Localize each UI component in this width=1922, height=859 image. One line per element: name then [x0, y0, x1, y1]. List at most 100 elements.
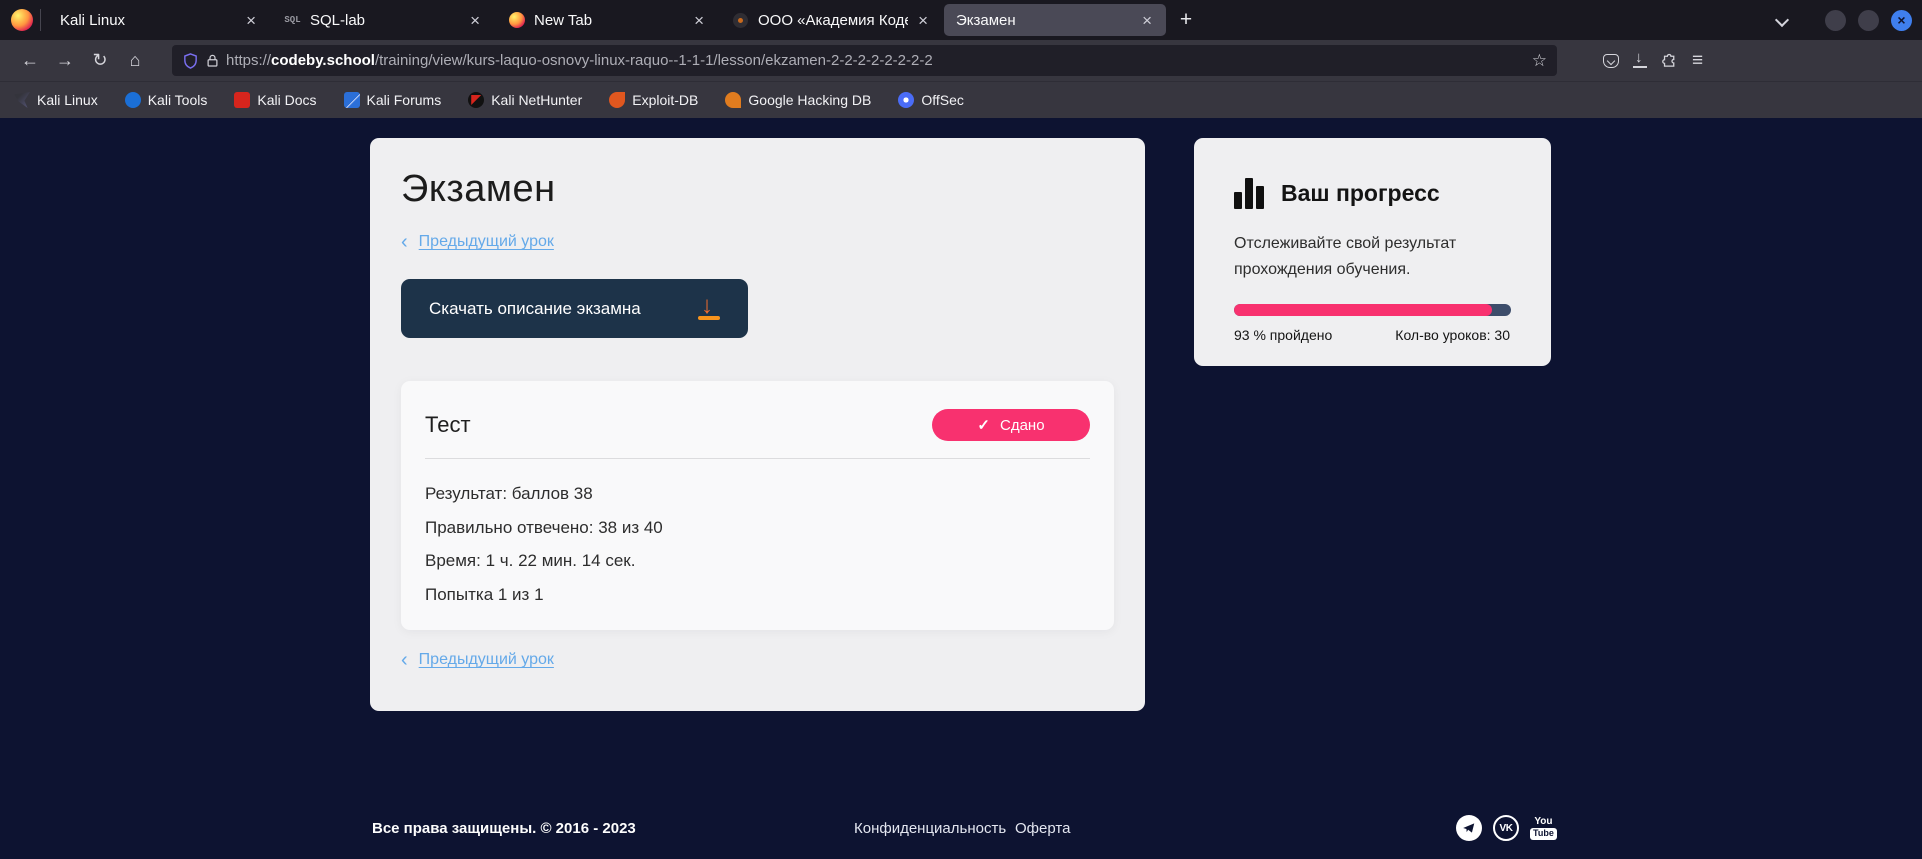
firefox-view-button[interactable] [8, 6, 36, 34]
bookmark-kali-docs[interactable]: Kali Docs [234, 92, 316, 108]
exam-card: Экзамен ‹ Предыдущий урок Скачать описан… [370, 138, 1145, 711]
progress-percent-label: 93 % пройдено [1234, 327, 1332, 343]
menu-hamburger-icon[interactable]: ≡ [1692, 50, 1703, 72]
exploit-db-icon [609, 92, 625, 108]
tab-title: Kali Linux [60, 12, 236, 29]
tab-akademiya-codeby[interactable]: ООО «Академия Кодеба × [720, 4, 942, 36]
codeby-spider-favicon-icon [732, 12, 749, 29]
bookmark-star-icon[interactable]: ☆ [1532, 51, 1547, 71]
downloads-icon[interactable] [1633, 53, 1647, 68]
pocket-icon[interactable] [1603, 54, 1619, 68]
result-time-line: Время: 1 ч. 22 мин. 14 сек. [425, 551, 1090, 571]
result-attempt-line: Попытка 1 из 1 [425, 585, 1090, 605]
bookmark-label: Exploit-DB [632, 92, 698, 108]
toolbar-right-icons: ≡ [1603, 50, 1703, 72]
bar-chart-icon [1234, 178, 1264, 209]
bookmark-label: Google Hacking DB [748, 92, 871, 108]
progress-card: Ваш прогресс Отслеживайте свой результат… [1194, 138, 1551, 366]
window-maximize-button[interactable] [1858, 10, 1879, 31]
progress-bar [1234, 304, 1511, 316]
tab-close-icon[interactable]: × [1138, 10, 1156, 31]
tab-sql-lab[interactable]: SQL SQL-lab × [272, 4, 494, 36]
result-score-line: Результат: баллов 38 [425, 484, 1090, 504]
divider [425, 458, 1090, 459]
tab-close-icon[interactable]: × [242, 10, 260, 31]
tab-title: SQL-lab [310, 12, 460, 29]
window-close-button[interactable]: × [1891, 10, 1912, 31]
offer-link[interactable]: Оферта [1015, 820, 1070, 837]
tab-close-icon[interactable]: × [914, 10, 932, 31]
bookmark-exploit-db[interactable]: Exploit-DB [609, 92, 698, 108]
window-minimize-button[interactable] [1825, 10, 1846, 31]
tabbar-right-controls: × [1777, 10, 1922, 31]
bookmark-label: Kali Forums [367, 92, 442, 108]
chevron-left-icon: ‹ [401, 650, 408, 670]
passed-badge: ✓ Сдано [932, 409, 1090, 441]
lock-icon[interactable] [205, 53, 220, 69]
bookmark-google-hacking-db[interactable]: Google Hacking DB [725, 92, 871, 108]
list-all-tabs-chevron-icon[interactable] [1775, 13, 1789, 27]
page-title: Экзамен [401, 168, 1114, 211]
firefox-icon [11, 9, 33, 31]
kali-dragon-icon [14, 92, 30, 108]
reload-icon[interactable]: ↻ [84, 46, 116, 76]
bookmark-label: Kali Docs [257, 92, 316, 108]
check-icon: ✓ [977, 416, 990, 434]
privacy-link[interactable]: Конфиденциальность [854, 820, 1006, 837]
youtube-icon[interactable]: You Tube [1530, 817, 1557, 840]
bookmark-kali-tools[interactable]: Kali Tools [125, 92, 208, 108]
page-viewport: Экзамен ‹ Предыдущий урок Скачать описан… [0, 118, 1922, 859]
tab-kali-linux[interactable]: Kali Linux × [48, 4, 270, 36]
tab-title: New Tab [534, 12, 684, 29]
download-arrow-icon: ↓ [698, 298, 720, 320]
tracking-shield-icon[interactable] [182, 52, 199, 70]
previous-lesson-link-bottom[interactable]: ‹ Предыдущий урок [401, 650, 554, 670]
url-bar[interactable]: https://codeby.school/training/view/kurs… [172, 45, 1557, 76]
forward-icon[interactable]: → [49, 46, 81, 76]
previous-lesson-link-label[interactable]: Предыдущий урок [419, 233, 554, 251]
bookmark-kali-forums[interactable]: Kali Forums [344, 92, 442, 108]
progress-title: Ваш прогресс [1281, 180, 1440, 207]
bookmarks-toolbar: Kali Linux Kali Tools Kali Docs Kali For… [0, 81, 1922, 118]
sql-favicon-icon: SQL [284, 12, 301, 29]
extensions-puzzle-icon[interactable] [1661, 52, 1678, 69]
test-result-lines: Результат: баллов 38 Правильно отвечено:… [425, 484, 1090, 605]
tab-close-icon[interactable]: × [466, 10, 484, 31]
download-button-label: Скачать описание экзамна [429, 299, 641, 319]
tab-separator [40, 9, 41, 31]
kali-forums-icon [344, 92, 360, 108]
home-icon[interactable]: ⌂ [119, 46, 151, 76]
previous-lesson-link-top[interactable]: ‹ Предыдущий урок [401, 232, 1114, 252]
bookmark-label: OffSec [921, 92, 964, 108]
new-tab-button[interactable]: + [1171, 5, 1201, 35]
bookmark-label: Kali Tools [148, 92, 208, 108]
url-text[interactable]: https://codeby.school/training/view/kurs… [226, 52, 1524, 69]
passed-badge-label: Сдано [1000, 417, 1045, 434]
tab-bar: Kali Linux × SQL SQL-lab × New Tab × ООО… [0, 0, 1922, 40]
bookmark-label: Kali NetHunter [491, 92, 582, 108]
tab-title: Экзамен [956, 12, 1132, 29]
bookmark-kali-linux[interactable]: Kali Linux [14, 92, 98, 108]
tab-ekzamen-active[interactable]: Экзамен × [944, 4, 1166, 36]
tab-close-icon[interactable]: × [690, 10, 708, 31]
copyright-text: Все права защищены. © 2016 - 2023 [372, 820, 636, 837]
back-icon[interactable]: ← [14, 46, 46, 76]
page-footer: Все права защищены. © 2016 - 2023 Конфид… [0, 806, 1922, 850]
tab-new-tab[interactable]: New Tab × [496, 4, 718, 36]
tab-title: ООО «Академия Кодеба [758, 12, 908, 29]
browser-window: Kali Linux × SQL SQL-lab × New Tab × ООО… [0, 0, 1922, 859]
result-correct-line: Правильно отвечено: 38 из 40 [425, 518, 1090, 538]
download-exam-description-button[interactable]: Скачать описание экзамна ↓ [401, 279, 748, 338]
kali-nethunter-icon [468, 92, 484, 108]
vk-icon[interactable]: VK [1493, 815, 1519, 841]
previous-lesson-link-label[interactable]: Предыдущий урок [419, 651, 554, 669]
bookmark-kali-nethunter[interactable]: Kali NetHunter [468, 92, 582, 108]
progress-lessons-label: Кол-во уроков: 30 [1395, 327, 1510, 343]
test-result-card: Тест ✓ Сдано Результат: баллов 38 Правил… [401, 381, 1114, 630]
progress-description: Отслеживайте свой результат прохождения … [1234, 231, 1484, 283]
chevron-left-icon: ‹ [401, 232, 408, 252]
firefox-favicon-icon [508, 12, 525, 29]
progress-fill [1234, 304, 1492, 316]
bookmark-offsec[interactable]: OffSec [898, 92, 964, 108]
telegram-icon[interactable] [1456, 815, 1482, 841]
